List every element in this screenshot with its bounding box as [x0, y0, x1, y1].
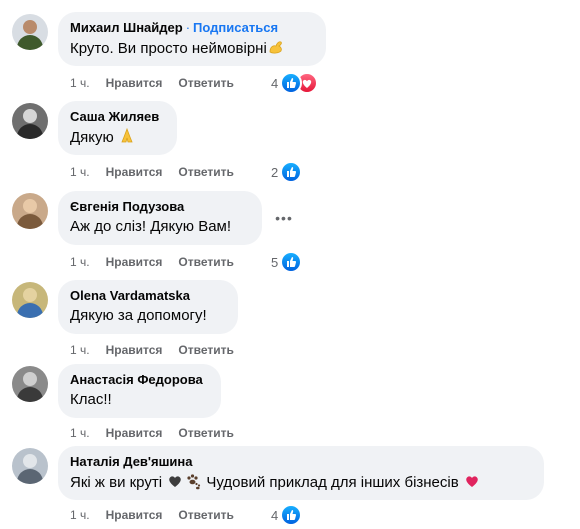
reaction-count: 4	[271, 75, 279, 91]
comment-text: Дякую за допомогу!	[70, 307, 207, 324]
comment-actions: 1 ч. Нравится Ответить	[70, 75, 250, 91]
comment-actions: 1 ч. Нравится Ответить	[70, 507, 250, 523]
black-heart-icon	[166, 472, 184, 496]
comment-author[interactable]: Анастасія Федорова	[70, 372, 203, 387]
red-heart-icon	[463, 472, 481, 496]
reaction-count: 4	[271, 507, 279, 523]
comment-text: Чудовий приклад для інших бізнесів	[206, 474, 459, 491]
like-icon	[280, 504, 303, 526]
comment-time[interactable]: 1 ч.	[70, 76, 90, 90]
avatar[interactable]	[12, 282, 48, 318]
comment-actions: 1 ч. Нравится Ответить	[70, 254, 250, 270]
comment-bubble: Михаил Шнайдер · Подписаться Круто. Ви про…	[58, 12, 326, 66]
reactions-summary[interactable]: 2	[271, 161, 303, 183]
reactions-summary[interactable]: 4	[271, 504, 303, 526]
comment-bubble: Саша Жиляев Дякую	[58, 101, 177, 155]
like-icon	[280, 72, 303, 94]
like-button[interactable]: Нравится	[106, 426, 163, 440]
comment-actions: 1 ч. Нравится Ответить	[70, 164, 250, 180]
like-button[interactable]: Нравится	[106, 343, 163, 357]
comment-text: Клас!!	[70, 391, 112, 408]
like-button[interactable]: Нравится	[106, 255, 163, 269]
comment-bubble: Olena Vardamatska Дякую за допомогу!	[58, 280, 238, 334]
comment-actions: 1 ч. Нравится Ответить	[70, 342, 250, 358]
comment-text: Які ж ви круті	[70, 474, 163, 491]
reactions-summary[interactable]: 4	[271, 72, 319, 94]
comment-time[interactable]: 1 ч.	[70, 255, 90, 269]
avatar[interactable]	[12, 193, 48, 229]
paw-prints-icon	[184, 472, 202, 496]
like-icon	[280, 251, 303, 273]
comment-time[interactable]: 1 ч.	[70, 508, 90, 522]
reply-button[interactable]: Ответить	[178, 508, 233, 522]
reply-button[interactable]: Ответить	[178, 165, 233, 179]
comment-text: Дякую	[70, 129, 114, 146]
comment-bubble: Наталія Дев'яшина Які ж ви круті Чудовий…	[58, 446, 544, 500]
reply-button[interactable]: Ответить	[178, 426, 233, 440]
separator: ·	[185, 20, 191, 35]
reply-button[interactable]: Ответить	[178, 343, 233, 357]
folded-hands-icon	[118, 127, 136, 151]
comment-time[interactable]: 1 ч.	[70, 343, 90, 357]
comment-author[interactable]: Саша Жиляев	[70, 109, 159, 124]
avatar[interactable]	[12, 14, 48, 50]
reply-button[interactable]: Ответить	[178, 255, 233, 269]
comment-time[interactable]: 1 ч.	[70, 426, 90, 440]
like-button[interactable]: Нравится	[106, 508, 163, 522]
comment-bubble: Анастасія Федорова Клас!!	[58, 364, 221, 418]
comment-text: Аж до сліз! Дякую Вам!	[70, 218, 232, 235]
more-options-icon[interactable]: •••	[269, 203, 299, 233]
comment-author[interactable]: Olena Vardamatska	[70, 288, 190, 303]
follow-button[interactable]: Подписаться	[193, 20, 278, 35]
like-button[interactable]: Нравится	[106, 76, 163, 90]
reaction-count: 5	[271, 254, 279, 270]
comment-actions: 1 ч. Нравится Ответить	[70, 425, 250, 441]
avatar[interactable]	[12, 448, 48, 484]
comment-text: Круто. Ви просто неймовірні	[70, 40, 267, 57]
avatar[interactable]	[12, 103, 48, 139]
like-icon	[280, 161, 303, 183]
avatar[interactable]	[12, 366, 48, 402]
comment-author[interactable]: Михаил Шнайдер	[70, 20, 183, 35]
reply-button[interactable]: Ответить	[178, 76, 233, 90]
comment-bubble: Євгенія Подузова Аж до сліз! Дякую Вам!	[58, 191, 262, 245]
like-button[interactable]: Нравится	[106, 165, 163, 179]
reaction-count: 2	[271, 164, 279, 180]
comment-author[interactable]: Євгенія Подузова	[70, 199, 184, 214]
reactions-summary[interactable]: 5	[271, 251, 303, 273]
comment-time[interactable]: 1 ч.	[70, 165, 90, 179]
comment-author[interactable]: Наталія Дев'яшина	[70, 454, 193, 469]
flexed-biceps-icon	[267, 38, 285, 62]
